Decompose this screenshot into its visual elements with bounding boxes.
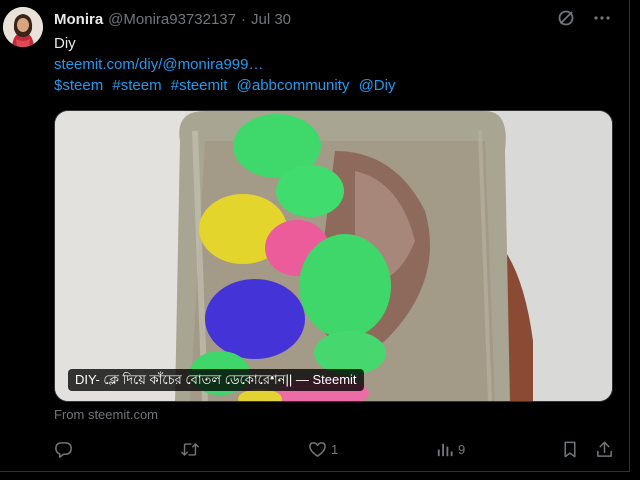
author-handle[interactable]: @Monira93732137 <box>108 11 236 28</box>
retweet-button[interactable] <box>180 437 204 461</box>
media-image <box>55 111 612 401</box>
reply-button[interactable] <box>54 437 77 461</box>
bookmark-button[interactable] <box>561 437 579 461</box>
retweet-icon <box>180 440 200 459</box>
header-separator: · <box>241 10 246 28</box>
tweet-text: Diy <box>54 35 76 52</box>
views-button[interactable]: 9 <box>435 437 465 461</box>
tag-hashtag-steemit[interactable]: #steemit <box>171 77 228 94</box>
grok-icon[interactable] <box>557 9 575 27</box>
share-icon <box>595 440 614 459</box>
like-icon <box>308 440 327 459</box>
tweet[interactable]: Monira @Monira93732137 · Jul 30 Diy stee… <box>0 0 630 472</box>
tweet-tags: $steem #steem #steemit @abbcommunity @Di… <box>54 76 400 96</box>
post-date[interactable]: Jul 30 <box>251 11 291 28</box>
action-bar: 1 9 <box>54 437 620 461</box>
tag-mention-abbcommunity[interactable]: @abbcommunity <box>237 77 350 94</box>
reply-icon <box>54 440 73 459</box>
tweet-link[interactable]: steemit.com/diy/@monira999… <box>54 55 263 75</box>
tag-mention-diy[interactable]: @Diy <box>359 77 396 94</box>
media-caption[interactable]: DIY- ক্লে দিয়ে কাঁচের বোতল ডেকোরেশন|| —… <box>68 369 364 391</box>
like-button[interactable]: 1 <box>308 437 338 461</box>
link-source[interactable]: From steemit.com <box>54 407 158 422</box>
author-name[interactable]: Monira <box>54 11 103 28</box>
views-count: 9 <box>458 441 466 457</box>
avatar[interactable] <box>3 7 43 47</box>
tag-hashtag-steem[interactable]: #steem <box>112 77 161 94</box>
share-button[interactable] <box>595 437 614 461</box>
media-card[interactable]: DIY- ক্লে দিয়ে কাঁচের বোতল ডেকোরেশন|| —… <box>54 110 613 402</box>
views-icon <box>435 440 454 459</box>
like-count: 1 <box>331 441 339 457</box>
tag-cashtag-steem[interactable]: $steem <box>54 77 103 94</box>
bookmark-icon <box>561 440 579 459</box>
more-icon[interactable] <box>593 9 611 27</box>
